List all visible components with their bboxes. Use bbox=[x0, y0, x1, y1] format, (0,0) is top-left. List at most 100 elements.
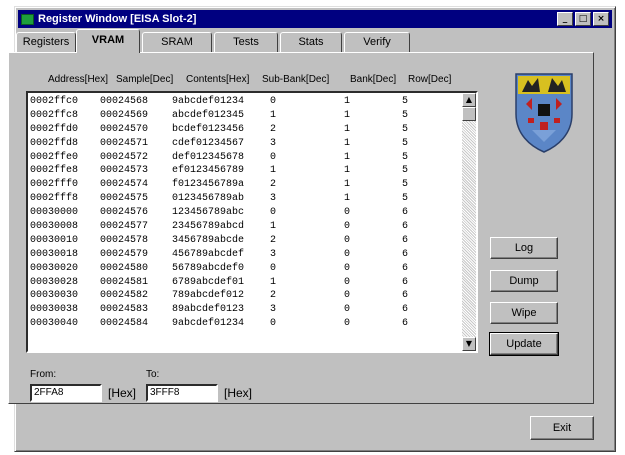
tab-verify[interactable]: Verify bbox=[344, 32, 410, 52]
cell-contents: 6789abcdef01 bbox=[172, 276, 245, 288]
to-unit-label: [Hex] bbox=[224, 386, 253, 400]
dump-button[interactable]: Dump bbox=[490, 270, 558, 292]
cell-sample: 00024576 bbox=[100, 207, 149, 219]
cell-bank: 0 bbox=[344, 234, 351, 246]
cell-contents: 9abcdef01234 bbox=[172, 318, 245, 330]
cell-address: 0002ffc0 bbox=[30, 96, 79, 107]
cell-bank: 0 bbox=[344, 262, 351, 274]
cell-contents: ef0123456789 bbox=[172, 165, 245, 177]
cell-sub-bank: 0 bbox=[270, 96, 277, 107]
cell-sample: 00024579 bbox=[100, 248, 149, 260]
window-title: Register Window [EISA Slot-2] bbox=[38, 13, 197, 25]
cell-bank: 1 bbox=[344, 137, 351, 149]
log-button[interactable]: Log bbox=[490, 237, 558, 259]
cell-bank: 1 bbox=[344, 193, 351, 205]
cell-row: 5 bbox=[402, 193, 409, 205]
cell-sub-bank: 2 bbox=[270, 290, 277, 302]
scroll-thumb[interactable] bbox=[462, 107, 476, 121]
cell-sub-bank: 0 bbox=[270, 318, 277, 330]
cell-row: 6 bbox=[402, 207, 409, 219]
cell-bank: 0 bbox=[344, 276, 351, 288]
cell-contents: def012345678 bbox=[172, 151, 245, 163]
cell-row: 5 bbox=[402, 123, 409, 135]
cell-contents: bcdef0123456 bbox=[172, 123, 245, 135]
cell-address: 00030040 bbox=[30, 318, 79, 330]
column-header-sample: Sample[Dec] bbox=[116, 74, 174, 85]
tab-sram[interactable]: SRAM bbox=[142, 32, 212, 52]
cell-sample: 00024573 bbox=[100, 165, 149, 177]
cell-sample: 00024574 bbox=[100, 179, 149, 191]
tab-vram[interactable]: VRAM bbox=[76, 29, 140, 53]
from-address-input[interactable]: 2FFA8 bbox=[30, 384, 102, 402]
cell-sub-bank: 2 bbox=[270, 179, 277, 191]
cell-contents: 123456789abc bbox=[172, 207, 245, 219]
cell-sub-bank: 3 bbox=[270, 304, 277, 316]
cell-sub-bank: 1 bbox=[270, 165, 277, 177]
cell-row: 5 bbox=[402, 179, 409, 191]
cell-bank: 0 bbox=[344, 290, 351, 302]
cell-sub-bank: 2 bbox=[270, 123, 277, 135]
scroll-up-button[interactable]: ▲ bbox=[462, 93, 476, 107]
cell-bank: 1 bbox=[344, 151, 351, 163]
cell-address: 00030030 bbox=[30, 290, 79, 302]
cell-contents: 89abcdef0123 bbox=[172, 304, 245, 316]
cell-contents: 23456789abcd bbox=[172, 221, 245, 233]
to-label: To: bbox=[146, 369, 160, 380]
tab-tests[interactable]: Tests bbox=[214, 32, 278, 52]
update-button[interactable]: Update bbox=[489, 332, 559, 356]
cell-sub-bank: 2 bbox=[270, 234, 277, 246]
from-label: From: bbox=[30, 369, 57, 380]
cell-row: 6 bbox=[402, 276, 409, 288]
cell-sub-bank: 0 bbox=[270, 207, 277, 219]
cell-row: 6 bbox=[402, 221, 409, 233]
cell-sample: 00024572 bbox=[100, 151, 149, 163]
cell-contents: f0123456789a bbox=[172, 179, 245, 191]
cell-address: 00030008 bbox=[30, 221, 79, 233]
cell-sample: 00024578 bbox=[100, 234, 149, 246]
cell-row: 5 bbox=[402, 151, 409, 163]
scroll-down-button[interactable]: ▼ bbox=[462, 337, 476, 351]
from-unit-label: [Hex] bbox=[108, 386, 137, 400]
tab-registers[interactable]: Registers bbox=[16, 32, 76, 52]
cell-address: 00030038 bbox=[30, 304, 79, 316]
cell-row: 6 bbox=[402, 262, 409, 274]
cell-sub-bank: 3 bbox=[270, 193, 277, 205]
cell-sub-bank: 3 bbox=[270, 248, 277, 260]
cell-bank: 1 bbox=[344, 123, 351, 135]
cell-sub-bank: 1 bbox=[270, 221, 277, 233]
cell-contents: 9abcdef01234 bbox=[172, 96, 245, 107]
title-bar[interactable]: Register Window [EISA Slot-2] _ □ × bbox=[18, 10, 612, 28]
cell-sample: 00024582 bbox=[100, 290, 149, 302]
tab-stats[interactable]: Stats bbox=[280, 32, 342, 52]
cell-sample: 00024568 bbox=[100, 96, 149, 107]
cell-bank: 0 bbox=[344, 248, 351, 260]
cell-sample: 00024575 bbox=[100, 193, 149, 205]
cell-row: 5 bbox=[402, 165, 409, 177]
cell-contents: cdef01234567 bbox=[172, 137, 245, 149]
cell-address: 00030010 bbox=[30, 234, 79, 246]
cell-address: 0002fff8 bbox=[30, 193, 79, 205]
app-icon bbox=[21, 13, 34, 25]
cell-sub-bank: 0 bbox=[270, 262, 277, 274]
cell-sample: 00024580 bbox=[100, 262, 149, 274]
to-address-input[interactable]: 3FFF8 bbox=[146, 384, 218, 402]
cell-row: 5 bbox=[402, 137, 409, 149]
cell-address: 0002ffe0 bbox=[30, 151, 79, 163]
maximize-button[interactable]: □ bbox=[575, 12, 591, 26]
cell-row: 6 bbox=[402, 304, 409, 316]
cell-sample: 00024571 bbox=[100, 137, 149, 149]
vertical-scrollbar[interactable]: ▲ ▼ bbox=[462, 93, 476, 351]
cell-address: 0002fff0 bbox=[30, 179, 79, 191]
minimize-button[interactable]: _ bbox=[557, 12, 573, 26]
vram-listbox[interactable]: 0002ffc0 00024568 9abcdef01234 0 1 5 0002ffc8 0… bbox=[26, 91, 478, 353]
wipe-button[interactable]: Wipe bbox=[490, 302, 558, 324]
cell-contents: 3456789abcde bbox=[172, 234, 245, 246]
exit-button[interactable]: Exit bbox=[530, 416, 594, 440]
close-button[interactable]: × bbox=[593, 12, 609, 26]
column-header-bank: Bank[Dec] bbox=[350, 74, 397, 85]
cell-bank: 0 bbox=[344, 207, 351, 219]
cell-bank: 0 bbox=[344, 318, 351, 330]
cell-sample: 00024584 bbox=[100, 318, 149, 330]
crest-logo bbox=[515, 73, 573, 153]
cell-row: 6 bbox=[402, 318, 409, 330]
